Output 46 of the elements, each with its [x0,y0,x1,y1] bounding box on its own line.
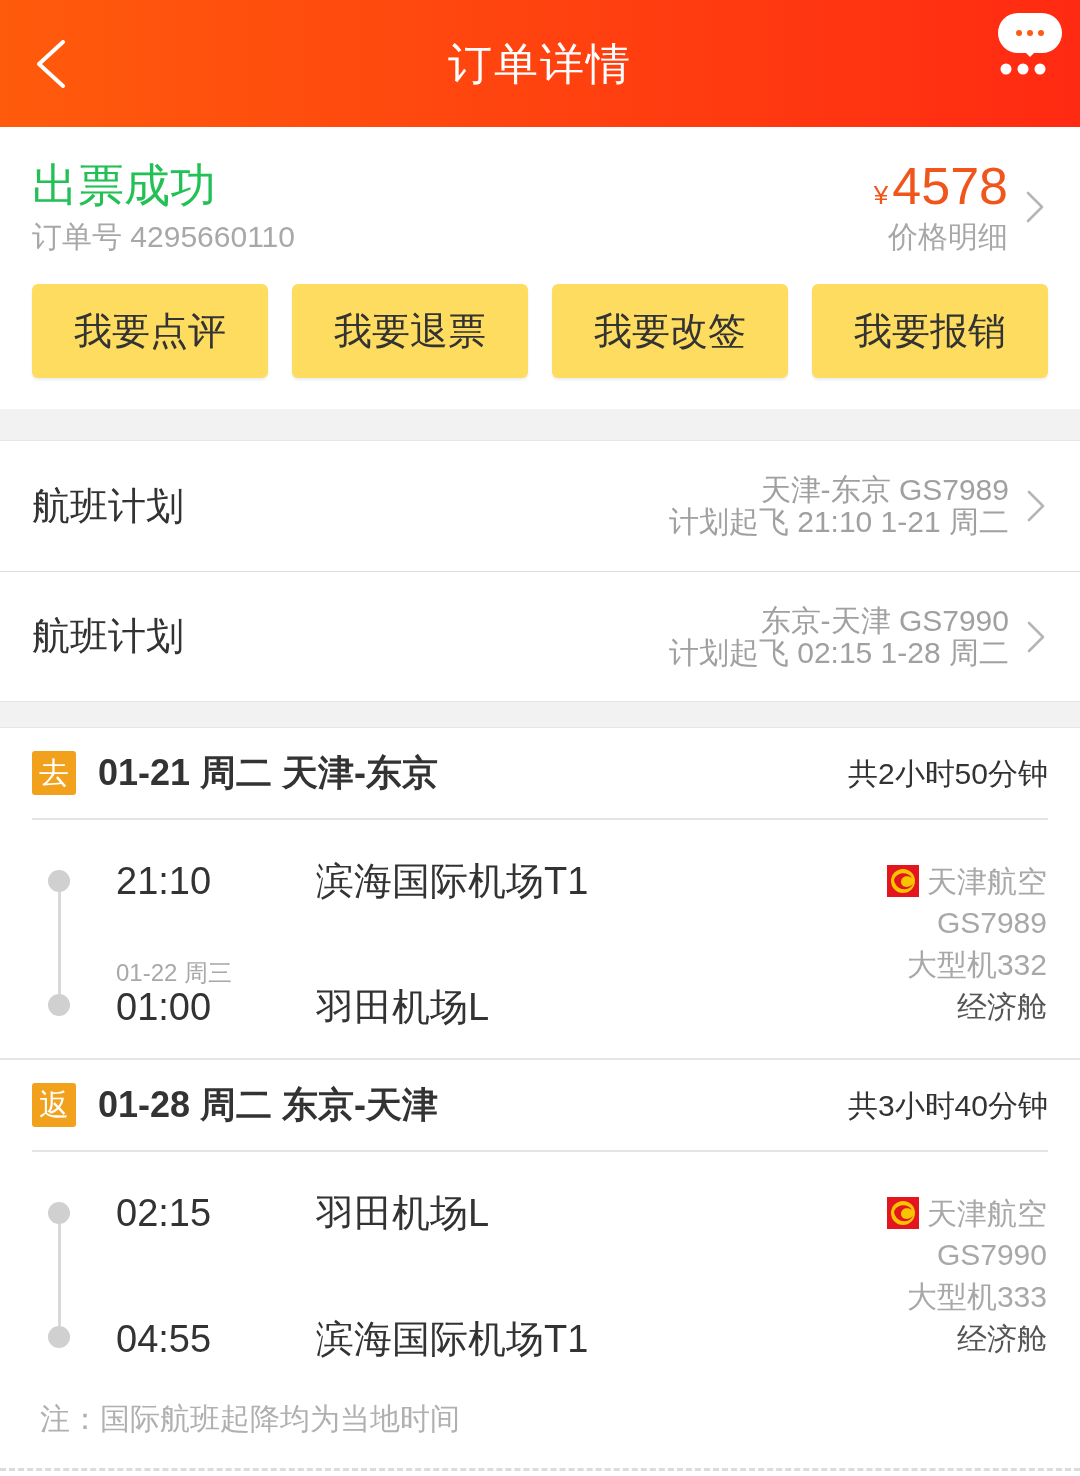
ticket-status: 出票成功 [32,158,216,213]
airline-logo-icon [887,1197,919,1229]
aircraft-type: 大型机333 [906,1279,1047,1315]
departure-schedule: 计划起飞 21:10 1-21 周二 [668,506,1009,538]
airport-name: 羽田机场L [316,1190,490,1236]
action-button[interactable]: 我要改签 [552,284,788,378]
chevron-right-icon [1026,191,1044,223]
cabin-class: 经济舱 [957,989,1047,1025]
flight-time: 02:15 [116,1190,213,1236]
airline-logo-icon [887,865,919,897]
flight-plan-label: 航班计划 [32,614,184,659]
aircraft-type: 大型机332 [906,947,1047,983]
flight-time: 04:55 [116,1316,213,1362]
back-icon[interactable] [36,39,66,88]
action-button[interactable]: 我要报销 [812,284,1048,378]
chat-more-icon[interactable] [998,12,1062,76]
segment-title: 01-28 周二 东京-天津 [98,1083,439,1127]
flight-duration: 共2小时50分钟 [847,755,1048,792]
flight-route: 天津-东京 GS7989 [760,474,1009,506]
airport-name: 羽田机场L [316,984,490,1030]
flight-number: GS7990 [936,1237,1047,1273]
flight-duration: 共3小时40分钟 [847,1087,1048,1124]
flight-plan-label: 航班计划 [32,483,184,529]
flight-time: 01:00 [116,984,213,1030]
action-button[interactable]: 我要退票 [292,284,528,378]
airport-name: 滨海国际机场T1 [316,858,589,904]
chevron-right-icon [1027,490,1045,522]
flight-time: 21:10 [116,858,213,904]
trip-badge: 去 [32,751,76,795]
airline-name: 天津航空 [927,863,1047,900]
action-button[interactable]: 我要点评 [32,284,268,378]
price-amount: 4578 [892,157,1008,214]
airport-name: 滨海国际机场T1 [316,1316,589,1362]
time-note: 注：国际航班起降均为当地时间 [40,1401,460,1437]
currency-symbol: ¥ [873,178,889,212]
arrival-date: 01-22 周三 [116,960,233,986]
page-title: 订单详情 [448,37,632,90]
departure-schedule: 计划起飞 02:15 1-28 周二 [668,636,1009,669]
order-number: 订单号 4295660110 [32,219,295,255]
flight-route: 东京-天津 GS7990 [760,604,1009,637]
chevron-right-icon [1027,620,1045,653]
airline-name: 天津航空 [927,1195,1047,1232]
trip-badge: 返 [32,1083,76,1127]
segment-title: 01-21 周二 天津-东京 [98,751,439,795]
cabin-class: 经济舱 [957,1321,1047,1357]
flight-number: GS7989 [936,905,1047,941]
